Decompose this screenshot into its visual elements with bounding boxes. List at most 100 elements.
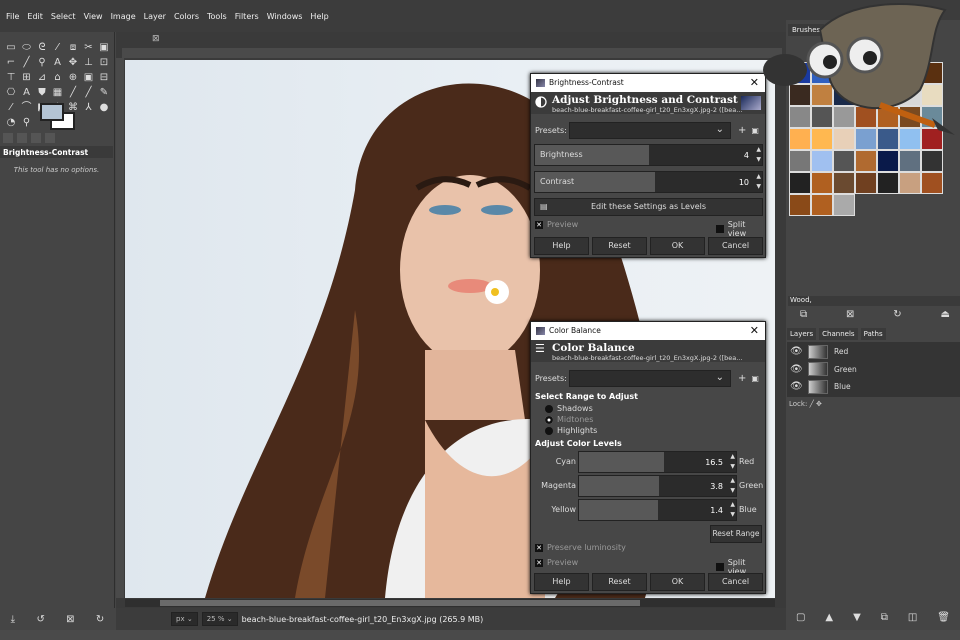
tool-icon[interactable]: A	[52, 57, 64, 69]
duplicate-icon[interactable]: ⧉	[800, 309, 807, 320]
eye-icon[interactable]: 👁	[790, 364, 803, 375]
menu-filters[interactable]: Filters	[235, 12, 259, 21]
tool-icon[interactable]: ╱	[67, 87, 79, 99]
scrollbar-thumb[interactable]	[160, 600, 640, 606]
lock-position-icon[interactable]: ✥	[816, 400, 822, 408]
tool-icon[interactable]: ⊟	[98, 72, 110, 84]
tab-layers[interactable]: Layers	[787, 328, 817, 340]
tool-icon[interactable]: ✂	[83, 42, 95, 54]
pattern-swatch[interactable]	[877, 172, 899, 194]
eye-icon[interactable]: 👁	[790, 346, 803, 357]
pattern-swatch[interactable]	[899, 150, 921, 172]
reset-button[interactable]: Reset	[592, 573, 647, 591]
device-status-tab[interactable]	[17, 133, 27, 143]
pattern-swatch[interactable]	[921, 150, 943, 172]
pattern-swatch[interactable]	[789, 194, 811, 216]
pattern-swatch[interactable]	[855, 172, 877, 194]
dialog-titlebar[interactable]: Brightness-Contrast ✕	[531, 74, 765, 92]
preview-checkbox[interactable]: ✕ Preview	[535, 558, 578, 567]
tool-icon[interactable]: ▭	[5, 42, 17, 54]
close-icon[interactable]: ✕	[750, 324, 759, 337]
tool-icon[interactable]: ⚲	[21, 117, 33, 129]
range-radio-shadows[interactable]: Shadows	[545, 404, 593, 413]
reset-range-button[interactable]: Reset Range	[710, 525, 762, 543]
preset-menu-icon[interactable]: ▣	[751, 374, 759, 383]
pattern-swatch[interactable]	[833, 194, 855, 216]
tool-icon[interactable]: ⁄	[5, 102, 17, 114]
tool-icon[interactable]: ◔	[5, 117, 17, 129]
tool-icon[interactable]: ✥	[67, 57, 79, 69]
spin-arrows-icon[interactable]: ▲ ▼	[756, 172, 761, 192]
tool-icon[interactable]: ⎔	[5, 87, 17, 99]
spin-arrows-icon[interactable]: ▲ ▼	[730, 452, 735, 472]
channel-row-red[interactable]: 👁 Red	[790, 343, 960, 360]
pattern-swatch[interactable]	[833, 150, 855, 172]
new-channel-icon[interactable]: ▢	[796, 612, 805, 623]
tool-icon[interactable]: ⊥	[83, 57, 95, 69]
spin-arrows-icon[interactable]: ▲ ▼	[730, 500, 735, 520]
undo-history-tab[interactable]	[31, 133, 41, 143]
delete-icon[interactable]: 🗑	[937, 612, 950, 623]
menu-tools[interactable]: Tools	[207, 12, 227, 21]
save-options-icon[interactable]: ⤓	[11, 614, 15, 625]
tool-icon[interactable]: ╱	[83, 87, 95, 99]
menu-layer[interactable]: Layer	[144, 12, 166, 21]
preserve-luminosity-checkbox[interactable]: ✕ Preserve luminosity	[535, 543, 626, 552]
presets-combo[interactable]: ⌄	[569, 122, 731, 139]
menu-view[interactable]: View	[84, 12, 103, 21]
tool-icon[interactable]: ⅄	[83, 102, 95, 114]
menu-colors[interactable]: Colors	[174, 12, 199, 21]
pattern-swatch[interactable]	[877, 150, 899, 172]
unit-select[interactable]: px ⌄	[171, 612, 198, 626]
zoom-select[interactable]: 25 % ⌄	[201, 612, 238, 626]
refresh-icon[interactable]: ↻	[893, 309, 901, 320]
menu-file[interactable]: File	[6, 12, 19, 21]
tool-options-tab[interactable]	[3, 133, 13, 143]
tool-icon[interactable]: ⊞	[21, 72, 33, 84]
channel-row-green[interactable]: 👁 Green	[790, 361, 960, 378]
foreground-color[interactable]	[40, 103, 64, 121]
tool-icon[interactable]: ⊤	[5, 72, 17, 84]
tool-icon[interactable]: ▣	[98, 42, 110, 54]
add-preset-icon[interactable]: +	[738, 373, 746, 384]
color-level-spinner[interactable]: 16.5 ▲ ▼	[578, 451, 737, 473]
presets-combo[interactable]: ⌄	[569, 370, 731, 387]
tool-icon[interactable]: ᘓ	[36, 42, 48, 54]
tool-icon[interactable]: A	[21, 87, 33, 99]
contrast-spinner[interactable]: Contrast 10 ▲ ▼	[534, 171, 763, 193]
to-selection-icon[interactable]: ◫	[908, 612, 917, 623]
range-radio-highlights[interactable]: Highlights	[545, 426, 597, 435]
preview-checkbox[interactable]: ✕ Preview	[535, 220, 578, 229]
channel-row-blue[interactable]: 👁 Blue	[790, 378, 960, 395]
tab-paths[interactable]: Paths	[860, 328, 886, 340]
tool-icon[interactable]: ✎	[98, 87, 110, 99]
delete-icon[interactable]: ⊠	[846, 309, 854, 320]
tool-icon[interactable]: ⌒	[21, 102, 33, 114]
reset-button[interactable]: Reset	[592, 237, 647, 255]
color-level-spinner[interactable]: 1.4 ▲ ▼	[578, 499, 737, 521]
pattern-swatch[interactable]	[811, 172, 833, 194]
help-button[interactable]: Help	[534, 573, 589, 591]
help-button[interactable]: Help	[534, 237, 589, 255]
raise-icon[interactable]: ▲	[825, 612, 833, 623]
ok-button[interactable]: OK	[650, 237, 705, 255]
tool-icon[interactable]: ⌂	[52, 72, 64, 84]
tool-icon[interactable]: ⛊	[36, 87, 48, 99]
reset-icon[interactable]: ↻	[96, 614, 104, 625]
tool-icon[interactable]: ▦	[52, 87, 64, 99]
open-as-image-icon[interactable]: ⏏	[941, 309, 950, 320]
ok-button[interactable]: OK	[650, 573, 705, 591]
tool-icon[interactable]: ●	[98, 102, 110, 114]
menu-edit[interactable]: Edit	[27, 12, 43, 21]
menu-help[interactable]: Help	[310, 12, 328, 21]
duplicate-icon[interactable]: ⧉	[881, 612, 888, 623]
tool-icon[interactable]: ⊡	[98, 57, 110, 69]
tool-icon[interactable]: ╱	[21, 57, 33, 69]
lock-pixels-icon[interactable]: ╱	[810, 400, 814, 408]
tool-icon[interactable]: ⁄	[52, 42, 64, 54]
menu-windows[interactable]: Windows	[267, 12, 303, 21]
eye-icon[interactable]: 👁	[790, 381, 803, 392]
range-radio-midtones[interactable]: Midtones	[545, 415, 593, 424]
brightness-spinner[interactable]: Brightness 4 ▲ ▼	[534, 144, 763, 166]
restore-icon[interactable]: ↺	[36, 614, 44, 625]
